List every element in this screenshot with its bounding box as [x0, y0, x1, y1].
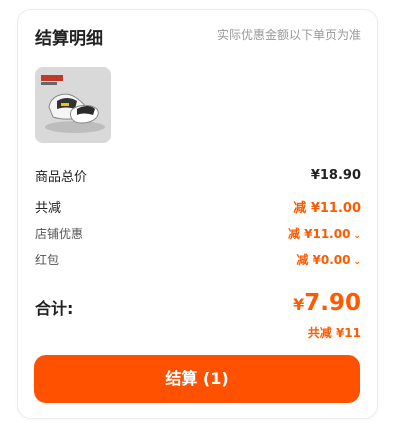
slipper-product-image — [35, 67, 111, 143]
total-reduction-row: 共减 减 ¥11.00 — [35, 197, 361, 216]
card-title: 结算明细 — [35, 29, 103, 49]
chevron-down-icon[interactable]: ⌄ — [353, 231, 361, 241]
goods-total-label: 商品总价 — [35, 169, 88, 185]
total-saved: 共减 ¥11 — [307, 326, 361, 340]
red-packet-row[interactable]: 红包 减 ¥0.00 ⌄ — [35, 250, 361, 268]
total-reduction-label: 共减 — [35, 200, 62, 216]
checkout-button[interactable]: 结算 (1) — [34, 355, 360, 403]
total-label: 合计: — [35, 299, 74, 318]
total-number: 7.90 — [304, 290, 361, 316]
total-currency: ¥ — [293, 295, 305, 314]
product-thumbnail[interactable] — [35, 67, 111, 143]
chevron-down-icon[interactable]: ⌄ — [353, 257, 361, 267]
goods-total-value: ¥18.90 — [310, 167, 361, 183]
red-packet-value: 减 ¥0.00 — [296, 252, 351, 267]
shop-discount-value: 减 ¥11.00 — [287, 226, 351, 241]
settlement-card: 结算明细 实际优惠金额以下单页为准 商品总价 ¥18.90 共减 减 ¥11.0… — [17, 9, 378, 419]
shop-discount-label: 店铺优惠 — [35, 226, 84, 241]
total-amount: ¥7.90 — [293, 290, 361, 316]
price-note: 实际优惠金额以下单页为准 — [216, 28, 361, 42]
shop-discount-row[interactable]: 店铺优惠 减 ¥11.00 ⌄ — [35, 224, 361, 242]
goods-total-row: 商品总价 ¥18.90 — [35, 166, 361, 185]
total-reduction-value: 减 ¥11.00 — [293, 200, 361, 216]
red-packet-label: 红包 — [35, 252, 60, 267]
